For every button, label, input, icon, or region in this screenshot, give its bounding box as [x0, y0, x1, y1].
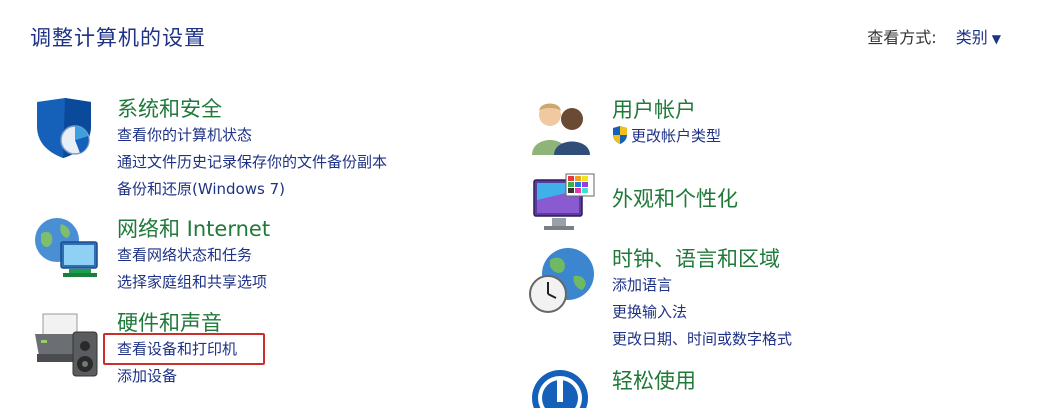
link-file-history-backup[interactable]: 通过文件历史记录保存你的文件备份副本: [117, 149, 387, 176]
view-by-dropdown[interactable]: 类别 ▼: [956, 28, 1001, 47]
printer-icon: [33, 310, 101, 384]
shield-icon: [33, 96, 95, 164]
link-change-account-type[interactable]: 更改帐户类型: [612, 123, 721, 153]
link-add-language[interactable]: 添加语言: [612, 272, 792, 299]
category-title-ease-of-access[interactable]: 轻松使用: [612, 368, 696, 394]
clock-globe-icon: [528, 246, 596, 320]
category-title-appearance-personalization[interactable]: 外观和个性化: [612, 186, 738, 212]
view-by-control: 查看方式: 类别 ▼: [867, 24, 1001, 48]
monitor-palette-icon: [532, 172, 598, 242]
view-by-label: 查看方式:: [867, 28, 937, 47]
link-change-account-type-label: 更改帐户类型: [631, 127, 722, 145]
chevron-down-icon: ▼: [991, 32, 1001, 46]
link-change-date-time-format[interactable]: 更改日期、时间或数字格式: [612, 326, 792, 353]
link-backup-restore[interactable]: 备份和还原(Windows 7): [117, 176, 387, 203]
link-homegroup-sharing[interactable]: 选择家庭组和共享选项: [117, 269, 270, 296]
category-title-clock-language-region[interactable]: 时钟、语言和区域: [612, 246, 792, 272]
link-add-device[interactable]: 添加设备: [117, 363, 237, 390]
category-title-system-security[interactable]: 系统和安全: [117, 96, 387, 122]
page-title: 调整计算机的设置: [30, 26, 206, 50]
category-title-network-internet[interactable]: 网络和 Internet: [117, 216, 270, 242]
category-title-user-accounts[interactable]: 用户帐户: [612, 97, 721, 123]
view-by-value: 类别: [955, 28, 988, 47]
link-change-input-method[interactable]: 更换输入法: [612, 299, 792, 326]
network-globe-icon: [33, 216, 101, 286]
link-network-status[interactable]: 查看网络状态和任务: [117, 242, 270, 269]
uac-shield-icon: [612, 126, 628, 153]
link-view-computer-status[interactable]: 查看你的计算机状态: [117, 122, 387, 149]
ease-of-access-icon: [530, 368, 590, 412]
highlight-box: [103, 333, 265, 365]
users-icon: [532, 97, 592, 161]
